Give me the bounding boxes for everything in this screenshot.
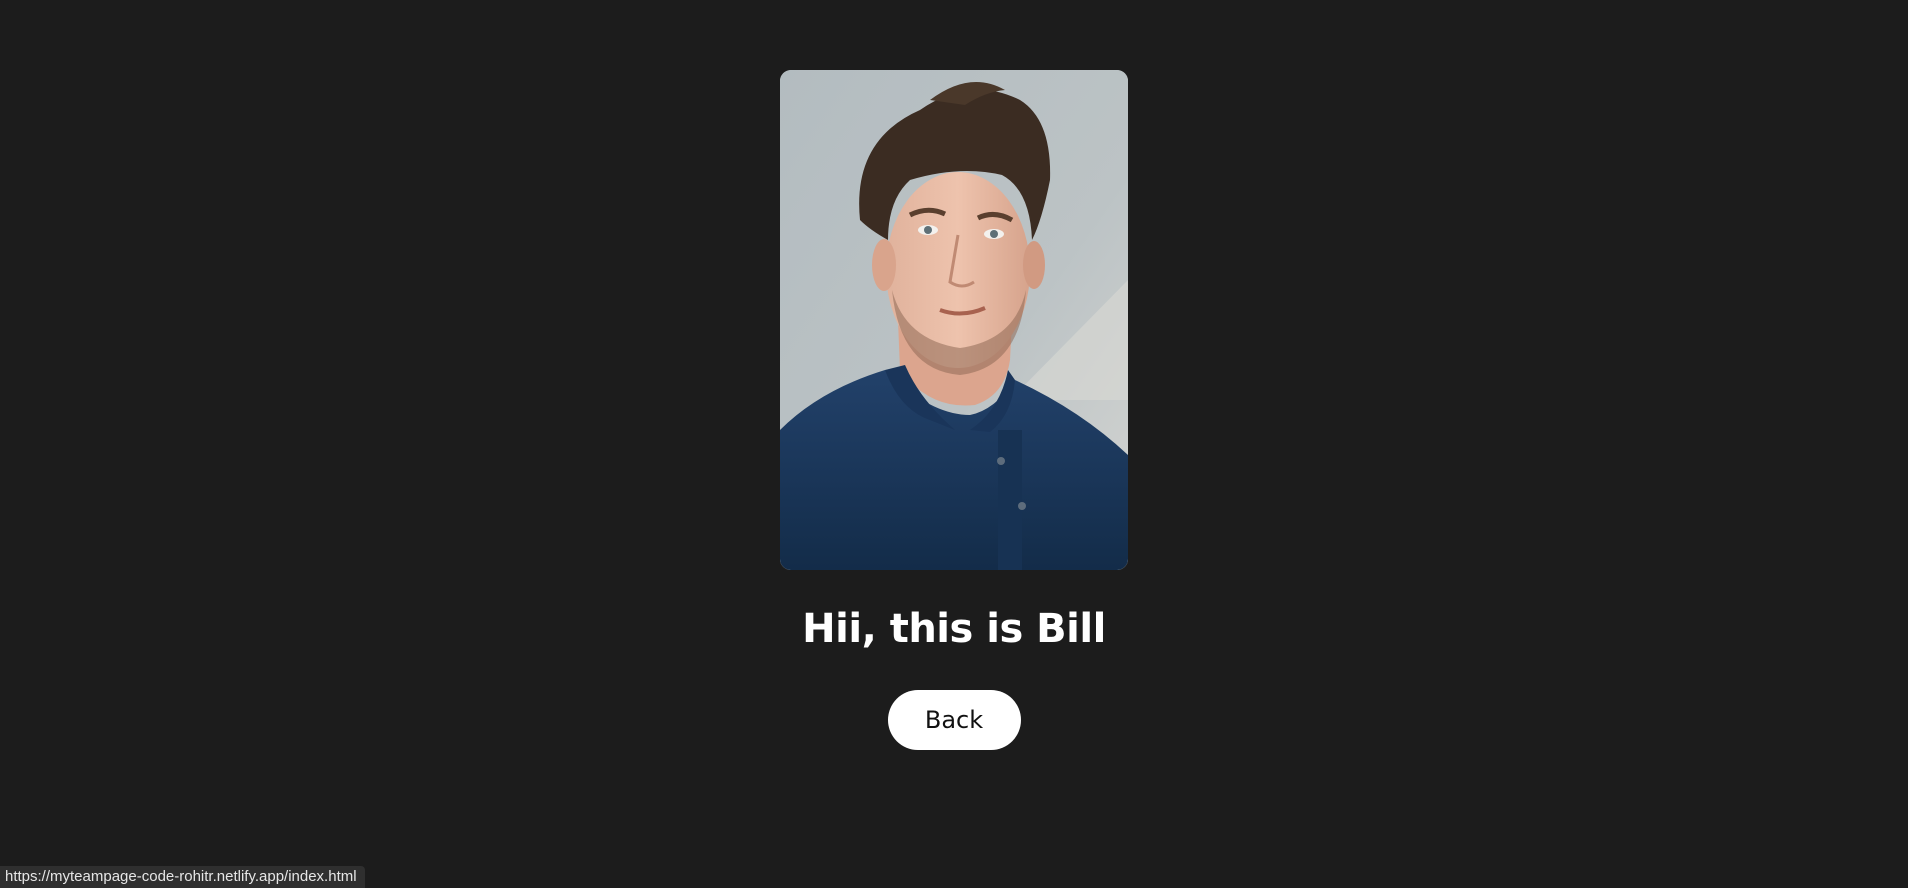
profile-card: Hii, this is Bill Back — [0, 0, 1908, 750]
status-bar-url: https://myteampage-code-rohitr.netlify.a… — [0, 866, 365, 888]
profile-heading: Hii, this is Bill — [802, 606, 1106, 652]
page: Hii, this is Bill Back https://myteampag… — [0, 0, 1908, 888]
portrait-illustration — [780, 70, 1128, 570]
profile-photo — [780, 70, 1128, 570]
back-button[interactable]: Back — [887, 690, 1021, 750]
